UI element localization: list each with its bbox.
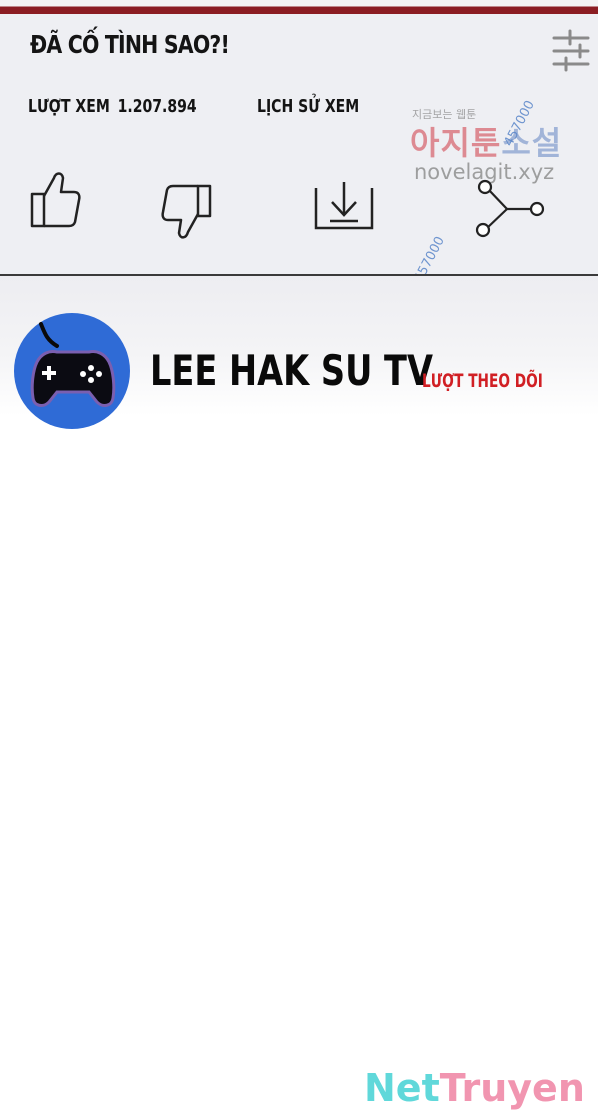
video-title: ĐÃ CỐ TÌNH SAO?! (30, 30, 230, 59)
like-button[interactable] (26, 168, 84, 230)
watermark-logo: 아지툰소설 (410, 118, 562, 164)
sliders-icon (552, 29, 590, 72)
share-button[interactable] (470, 178, 550, 240)
views-label: LƯỢT XEM (28, 96, 110, 117)
download-button[interactable] (310, 178, 378, 234)
share-icon (475, 179, 545, 238)
gamepad-icon (14, 313, 130, 429)
settings-button[interactable] (548, 28, 594, 74)
brand-logo: NetTruyen (364, 1066, 585, 1110)
channel-avatar[interactable] (13, 312, 131, 430)
view-count: LƯỢT XEM 1.207.894 (28, 96, 204, 117)
channel-name[interactable]: LEE HAK SU TV (150, 346, 433, 395)
thumbs-down-icon (161, 184, 212, 239)
watermark-logo-red: 아지툰 (410, 124, 502, 162)
brand-part-net: Net (364, 1066, 440, 1110)
brand-part-truyen: Truyen (439, 1066, 585, 1110)
download-icon (314, 182, 374, 230)
thumbs-up-icon (30, 172, 81, 228)
follow-button[interactable]: LƯỢT THEO DÕI (422, 370, 543, 392)
top-accent-bar (0, 0, 598, 14)
page: ĐÃ CỐ TÌNH SAO?! LƯỢT XEM 1.207.894 LỊCH … (0, 0, 598, 1115)
views-number: 1.207.894 (117, 96, 197, 117)
dislike-button[interactable] (158, 182, 216, 244)
watch-history-link[interactable]: LỊCH SỬ XEM (257, 96, 359, 117)
